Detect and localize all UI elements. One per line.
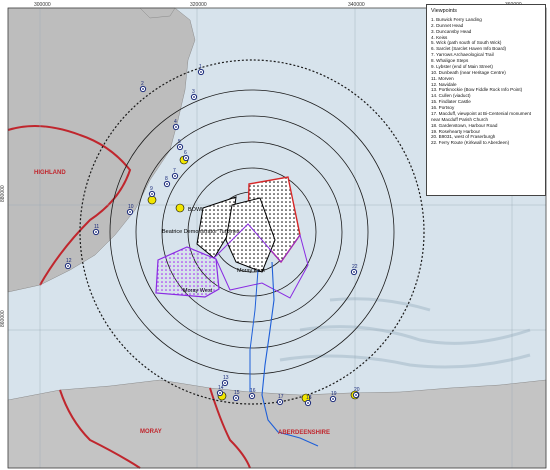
- viewpoint-marker-dot: [251, 395, 253, 397]
- viewpoint-number: 12: [66, 258, 72, 264]
- viewpoint-marker-dot: [129, 211, 131, 213]
- viewpoint-number: 16: [250, 388, 256, 394]
- viewpoint-number: 3: [192, 89, 195, 95]
- viewpoint-number: 14: [218, 385, 224, 391]
- viewpoint-marker-dot: [166, 183, 168, 185]
- viewpoint-marker-dot: [224, 382, 226, 384]
- viewpoint-marker-dot: [279, 401, 281, 403]
- legend-title: Viewpoints: [431, 8, 457, 14]
- grid-label-top-2: 320000: [190, 2, 207, 8]
- label-beatrice-text: Beatrice Demonstrator Turbines: [162, 229, 240, 235]
- viewpoint-number: 1: [199, 64, 202, 70]
- label-moray-west: Moray West: [183, 288, 213, 294]
- viewpoint-number: 4: [174, 119, 177, 125]
- viewpoint-number: 13: [223, 375, 229, 381]
- viewpoint-number: 22: [352, 264, 358, 270]
- label-bowl: BOWL: [188, 207, 204, 213]
- place-moray: MORAY: [140, 429, 162, 435]
- viewpoint-number: 11: [94, 224, 99, 230]
- viewpoint-number: 2: [141, 81, 144, 87]
- viewpoint-marker-dot: [175, 126, 177, 128]
- viewpoint-number: 7: [173, 168, 176, 174]
- place-highland: HIGHLAND: [34, 170, 66, 176]
- viewpoint-marker-dot: [95, 231, 97, 233]
- legend-row: 22. Ferry Route (Kirkwall to Aberdeen): [431, 140, 510, 146]
- viewpoint-number: 19: [331, 391, 337, 397]
- viewpoint-number: 8: [165, 176, 168, 182]
- viewpoint-marker-dot: [353, 271, 355, 273]
- label-beatrice: Beatrice Demonstrator Turbines: [162, 229, 240, 235]
- viewpoint-marker-dot: [174, 175, 176, 177]
- viewpoint-marker-dot: [200, 71, 202, 73]
- grid-label-top-3: 340000: [348, 2, 365, 8]
- viewpoints-legend: Viewpoints 1. Burwick Ferry Landing 2. D…: [426, 4, 546, 196]
- place-aberdeenshire: ABERDEENSHIRE: [278, 430, 330, 436]
- viewpoint-number: 15: [234, 390, 240, 396]
- legend-row: 17. Macduff, viewpoint at Bi-Centenial m…: [431, 110, 532, 122]
- viewpoint-marker-dot: [219, 392, 221, 394]
- viewpoint-number: 18: [306, 395, 312, 401]
- viewpoint-marker-dot: [332, 398, 334, 400]
- viewpoint-marker-dot: [235, 397, 237, 399]
- grid-label-left-1: 880000: [0, 185, 6, 202]
- viewpoint-number: 6: [184, 150, 187, 156]
- viewpoint-marker-dot: [142, 88, 144, 90]
- viewpoint-marker-dot: [185, 157, 187, 159]
- grid-label-top-1: 300000: [34, 2, 51, 8]
- viewpoint-number: 10: [128, 204, 134, 210]
- viewpoint-marker-dot: [67, 265, 69, 267]
- grid-label-left-2: 860000: [0, 310, 6, 327]
- viewpoint-marker-dot: [355, 394, 357, 396]
- viewpoint-number: 20: [354, 387, 360, 393]
- viewpoint-marker-dot: [151, 193, 153, 195]
- viewpoint-number: 17: [278, 394, 284, 400]
- viewpoint-marker-dot: [179, 146, 181, 148]
- viewpoint-marker-dot: [193, 96, 195, 98]
- viewpoint-number: 5: [178, 139, 181, 145]
- label-moray-east: Moray East: [237, 268, 265, 274]
- viewpoint-marker-dot: [307, 402, 309, 404]
- viewpoint-number: 9: [150, 186, 153, 192]
